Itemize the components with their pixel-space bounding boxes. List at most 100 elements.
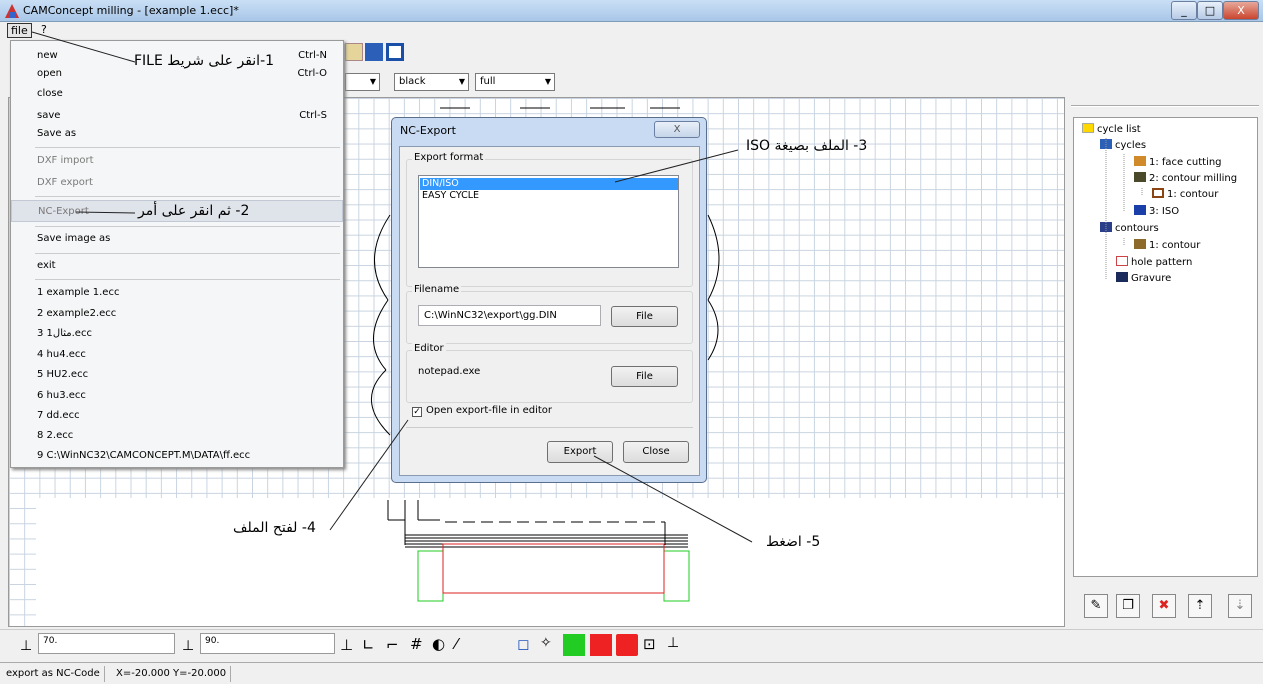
draw-tool-icon[interactable] xyxy=(345,43,363,61)
menu-separator xyxy=(35,279,340,280)
annotation-step-2: 2- ثم انقر على أمر xyxy=(138,203,250,219)
copy-cycle-button[interactable]: ❐ xyxy=(1116,594,1140,618)
title-bar: CAMConcept milling - [example 1.ecc]* _ … xyxy=(0,0,1263,22)
delete-icon: ✖ xyxy=(1158,598,1170,613)
dimension-tool-icon[interactable]: ⌐ xyxy=(386,636,399,654)
status-bar: export as NC-Code X=-20.000 Y=-20.000 xyxy=(0,662,1263,684)
menu-item-label: exit xyxy=(37,260,56,271)
export-icon[interactable]: ⊡ xyxy=(643,635,656,653)
copy-icon: ❐ xyxy=(1122,598,1134,613)
recent-file-1[interactable]: 1 example 1.ecc xyxy=(11,282,343,304)
y-coordinate-input[interactable]: 90. xyxy=(200,633,335,654)
recent-file-5[interactable]: 5 HU2.ecc xyxy=(11,364,343,386)
editor-value: notepad.exe xyxy=(418,366,481,377)
recent-file-6[interactable]: 6 hu3.ecc xyxy=(11,385,343,407)
recent-file-4[interactable]: 4 hu4.ecc xyxy=(11,344,343,366)
status-message: export as NC-Code xyxy=(2,666,105,682)
minimize-button[interactable]: _ xyxy=(1171,1,1197,20)
cursor-position: X=-20.000 Y=-20.000 xyxy=(112,666,232,682)
chevron-down-icon: ▼ xyxy=(544,77,551,86)
menu-item-label: DXF import xyxy=(37,155,94,166)
start-simulation-icon[interactable] xyxy=(563,634,585,656)
xz-plane-icon[interactable]: ⊥ xyxy=(667,635,679,651)
move-up-icon: ⇡ xyxy=(1194,598,1206,613)
menu-item-label: 5 HU2.ecc xyxy=(37,369,89,380)
dialog-body: Export format DIN/ISO EASY CYCLE Filenam… xyxy=(399,146,700,476)
menu-item-exit[interactable]: exit xyxy=(11,255,343,277)
tool-path-icon[interactable] xyxy=(590,634,612,656)
close-button[interactable]: Close xyxy=(623,441,689,463)
menu-separator xyxy=(35,253,340,254)
chevron-down-icon: ▼ xyxy=(369,77,376,86)
filename-file-button[interactable]: File xyxy=(611,306,678,327)
x-axis-icon: ⊥ xyxy=(20,638,33,654)
edit-icon: ✎ xyxy=(1090,598,1102,613)
measure-icon[interactable]: ⁄ xyxy=(455,635,458,653)
menu-item-label: close xyxy=(37,88,63,99)
menu-file[interactable]: file xyxy=(7,23,32,38)
menu-item-save-image[interactable]: Save image as xyxy=(11,228,343,250)
recent-file-7[interactable]: 7 dd.ecc xyxy=(11,405,343,427)
cycle-tool-icon[interactable] xyxy=(365,43,383,61)
menu-item-save-as[interactable]: Save as xyxy=(11,123,343,145)
combo-1[interactable]: ▼ xyxy=(345,73,380,91)
chevron-down-icon: ▼ xyxy=(458,77,465,86)
checkmark-icon: ✓ xyxy=(413,407,421,417)
angle-tool-icon[interactable]: ∟ xyxy=(362,636,375,654)
recent-file-2[interactable]: 2 example2.ecc xyxy=(11,303,343,325)
menu-item-label: 4 hu4.ecc xyxy=(37,349,86,360)
menu-item-close[interactable]: close xyxy=(11,83,343,105)
move-down-button[interactable]: ⇣ xyxy=(1228,594,1252,618)
origin-tool-icon[interactable]: ⊥ xyxy=(340,636,353,654)
menu-separator xyxy=(35,147,340,148)
recent-file-9[interactable]: 9 C:\WinNC32\CAMCONCEPT.M\DATA\ff.ecc xyxy=(11,445,343,467)
view-tool-icon[interactable] xyxy=(386,43,404,61)
menu-item-dxf-export[interactable]: DXF export xyxy=(11,172,343,194)
fill-combo[interactable]: full ▼ xyxy=(475,73,555,91)
snap-icon[interactable]: ◐ xyxy=(432,635,445,653)
menu-separator xyxy=(35,226,340,227)
color-combo[interactable]: black ▼ xyxy=(394,73,469,91)
format-option-din-iso[interactable]: DIN/ISO xyxy=(420,178,678,190)
editor-file-button[interactable]: File xyxy=(611,366,678,387)
edit-cycle-button[interactable]: ✎ xyxy=(1084,594,1108,618)
recent-file-8[interactable]: 8 2.ecc xyxy=(11,425,343,447)
menu-item-label: 8 2.ecc xyxy=(37,430,74,441)
open-in-editor-label: Open export-file in editor xyxy=(426,405,553,416)
wand-icon[interactable]: ✧ xyxy=(540,635,552,651)
cycle-tree[interactable]: cycle list cycles 1: face cutting 2: con… xyxy=(1073,117,1258,577)
export-format-label: Export format xyxy=(412,152,486,163)
menu-help[interactable]: ? xyxy=(38,23,50,38)
annotation-step-4: 4- لفتح الملف xyxy=(233,520,316,536)
menu-item-label: save xyxy=(37,110,61,121)
window-title: CAMConcept milling - [example 1.ecc]* xyxy=(23,4,239,17)
menu-item-label: DXF export xyxy=(37,177,93,188)
export-button[interactable]: Export xyxy=(547,441,613,463)
menu-item-label: 6 hu3.ecc xyxy=(37,390,86,401)
menu-bar: file ? xyxy=(0,22,1263,39)
export-format-list[interactable]: DIN/ISO EASY CYCLE xyxy=(418,175,679,268)
close-icon: X xyxy=(673,124,681,135)
drawing-area-lower xyxy=(36,498,1064,626)
menu-item-dxf-import[interactable]: DXF import xyxy=(11,150,343,172)
stop-icon[interactable] xyxy=(616,634,638,656)
grid-icon[interactable]: # xyxy=(410,635,423,653)
filename-input[interactable]: C:\WinNC32\export\gg.DIN xyxy=(418,305,601,326)
move-up-button[interactable]: ⇡ xyxy=(1188,594,1212,618)
menu-item-label: 7 dd.ecc xyxy=(37,410,80,421)
panel-divider xyxy=(1071,105,1259,107)
select-icon[interactable]: ◻ xyxy=(517,635,529,653)
dialog-close-button[interactable]: X xyxy=(654,121,700,138)
x-coordinate-input[interactable]: 70. xyxy=(38,633,175,654)
file-menu-dropdown: new Ctrl-N open Ctrl-O close save Ctrl-S Sa… xyxy=(10,40,344,468)
open-in-editor-checkbox[interactable]: ✓ xyxy=(412,407,422,417)
delete-cycle-button[interactable]: ✖ xyxy=(1152,594,1176,618)
menu-item-label: NC-Export xyxy=(38,206,89,217)
recent-file-3[interactable]: 3 مثال1.ecc xyxy=(11,323,343,345)
format-option-easy-cycle[interactable]: EASY CYCLE xyxy=(420,190,678,202)
fill-combo-value: full xyxy=(480,76,496,87)
menu-item-label: 1 example 1.ecc xyxy=(37,287,120,298)
maximize-button[interactable]: □ xyxy=(1197,1,1223,20)
menu-item-label: 2 example2.ecc xyxy=(37,308,117,319)
close-window-button[interactable]: X xyxy=(1223,1,1259,20)
